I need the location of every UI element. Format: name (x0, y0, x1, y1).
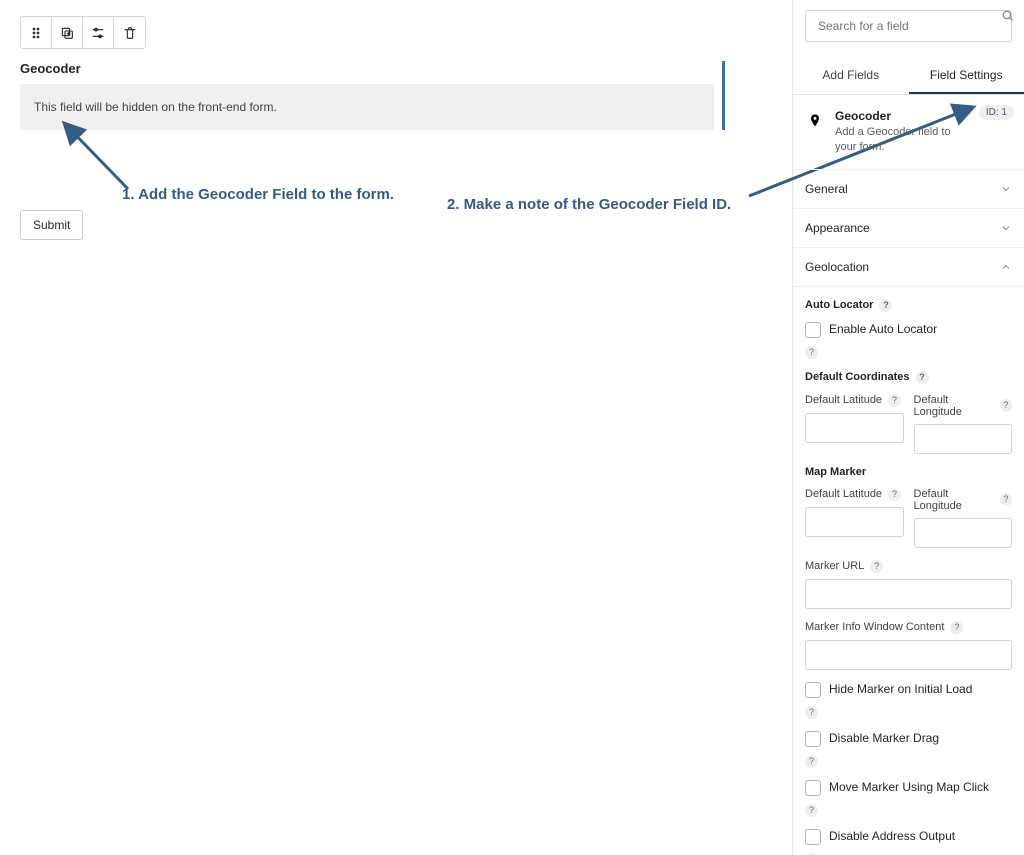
field-search-input[interactable] (805, 10, 1012, 42)
field-info-name: Geocoder (835, 109, 965, 123)
sliders-icon (90, 25, 106, 41)
form-canvas: Geocoder This field will be hidden on th… (0, 0, 792, 855)
default-lng-input[interactable] (914, 424, 1013, 454)
section-general[interactable]: General (793, 170, 1024, 209)
field-info-card: Geocoder Add a Geocoder field to your fo… (793, 95, 1024, 170)
search-icon (1000, 8, 1015, 23)
duplicate-button[interactable] (52, 17, 83, 48)
sidebar-tabs: Add Fields Field Settings (793, 58, 1024, 95)
geolocation-panel: Auto Locator ? Enable Auto Locator ? Def… (793, 287, 1024, 855)
default-lat-label: Default Latitude (805, 394, 882, 406)
map-marker-group: Map Marker (805, 466, 1012, 478)
tab-add-fields[interactable]: Add Fields (793, 58, 909, 94)
marker-default-lng-input[interactable] (914, 518, 1013, 548)
marker-default-lat-input[interactable] (805, 507, 904, 537)
annotation-step1: 1. Add the Geocoder Field to the form. (122, 186, 394, 203)
section-appearance[interactable]: Appearance (793, 209, 1024, 248)
marker-default-lat-label: Default Latitude (805, 488, 882, 500)
help-icon[interactable]: ? (805, 346, 818, 359)
geocoder-field-block[interactable]: Geocoder This field will be hidden on th… (20, 61, 725, 130)
drag-handle-button[interactable] (21, 17, 52, 48)
help-icon[interactable]: ? (888, 488, 901, 501)
help-icon[interactable]: ? (805, 755, 818, 768)
enable-auto-locator-label: Enable Auto Locator (829, 322, 937, 336)
duplicate-icon (59, 25, 75, 41)
field-toolbar (20, 16, 146, 49)
help-icon[interactable]: ? (870, 560, 883, 573)
help-icon[interactable]: ? (888, 394, 901, 407)
marker-url-label: Marker URL (805, 560, 864, 572)
help-icon[interactable]: ? (805, 706, 818, 719)
default-lng-label: Default Longitude (914, 394, 994, 418)
hide-marker-label: Hide Marker on Initial Load (829, 682, 972, 696)
pin-icon (805, 111, 825, 131)
help-icon[interactable]: ? (1000, 493, 1012, 506)
chevron-down-icon (1000, 183, 1012, 195)
section-geolocation[interactable]: Geolocation (793, 248, 1024, 287)
help-icon[interactable]: ? (950, 621, 963, 634)
settings-sidebar: Add Fields Field Settings Geocoder Add a… (792, 0, 1024, 855)
help-icon[interactable]: ? (879, 299, 892, 312)
disable-drag-label: Disable Marker Drag (829, 731, 939, 745)
section-appearance-label: Appearance (805, 221, 870, 235)
drag-icon (28, 25, 44, 41)
auto-locator-group: Auto Locator ? (805, 299, 1012, 312)
field-hidden-note: This field will be hidden on the front-e… (20, 84, 714, 130)
field-id-chip: ID: 1 (979, 105, 1014, 120)
chevron-down-icon (1000, 222, 1012, 234)
submit-button[interactable]: Submit (20, 210, 83, 240)
disable-address-label: Disable Address Output (829, 829, 955, 843)
enable-auto-locator-checkbox[interactable] (805, 322, 821, 338)
default-lat-input[interactable] (805, 413, 904, 443)
move-marker-label: Move Marker Using Map Click (829, 780, 989, 794)
trash-icon (122, 25, 138, 41)
marker-info-input[interactable] (805, 640, 1012, 670)
marker-info-label: Marker Info Window Content (805, 621, 944, 633)
disable-address-checkbox[interactable] (805, 829, 821, 845)
annotation-step2: 2. Make a note of the Geocoder Field ID. (447, 196, 731, 213)
disable-drag-checkbox[interactable] (805, 731, 821, 747)
help-icon[interactable]: ? (805, 804, 818, 817)
marker-default-lng-label: Default Longitude (914, 488, 994, 512)
settings-button[interactable] (83, 17, 114, 48)
help-icon[interactable]: ? (916, 371, 929, 384)
field-title: Geocoder (20, 61, 714, 76)
move-marker-checkbox[interactable] (805, 780, 821, 796)
section-geolocation-label: Geolocation (805, 260, 869, 274)
field-info-desc: Add a Geocoder field to your form. (835, 125, 965, 155)
chevron-up-icon (1000, 261, 1012, 273)
marker-url-input[interactable] (805, 579, 1012, 609)
help-icon[interactable]: ? (1000, 399, 1012, 412)
tab-field-settings[interactable]: Field Settings (909, 58, 1024, 94)
default-coordinates-group: Default Coordinates ? (805, 371, 1012, 384)
section-general-label: General (805, 182, 848, 196)
field-search-wrap (793, 0, 1024, 52)
delete-button[interactable] (114, 17, 145, 48)
hide-marker-checkbox[interactable] (805, 682, 821, 698)
